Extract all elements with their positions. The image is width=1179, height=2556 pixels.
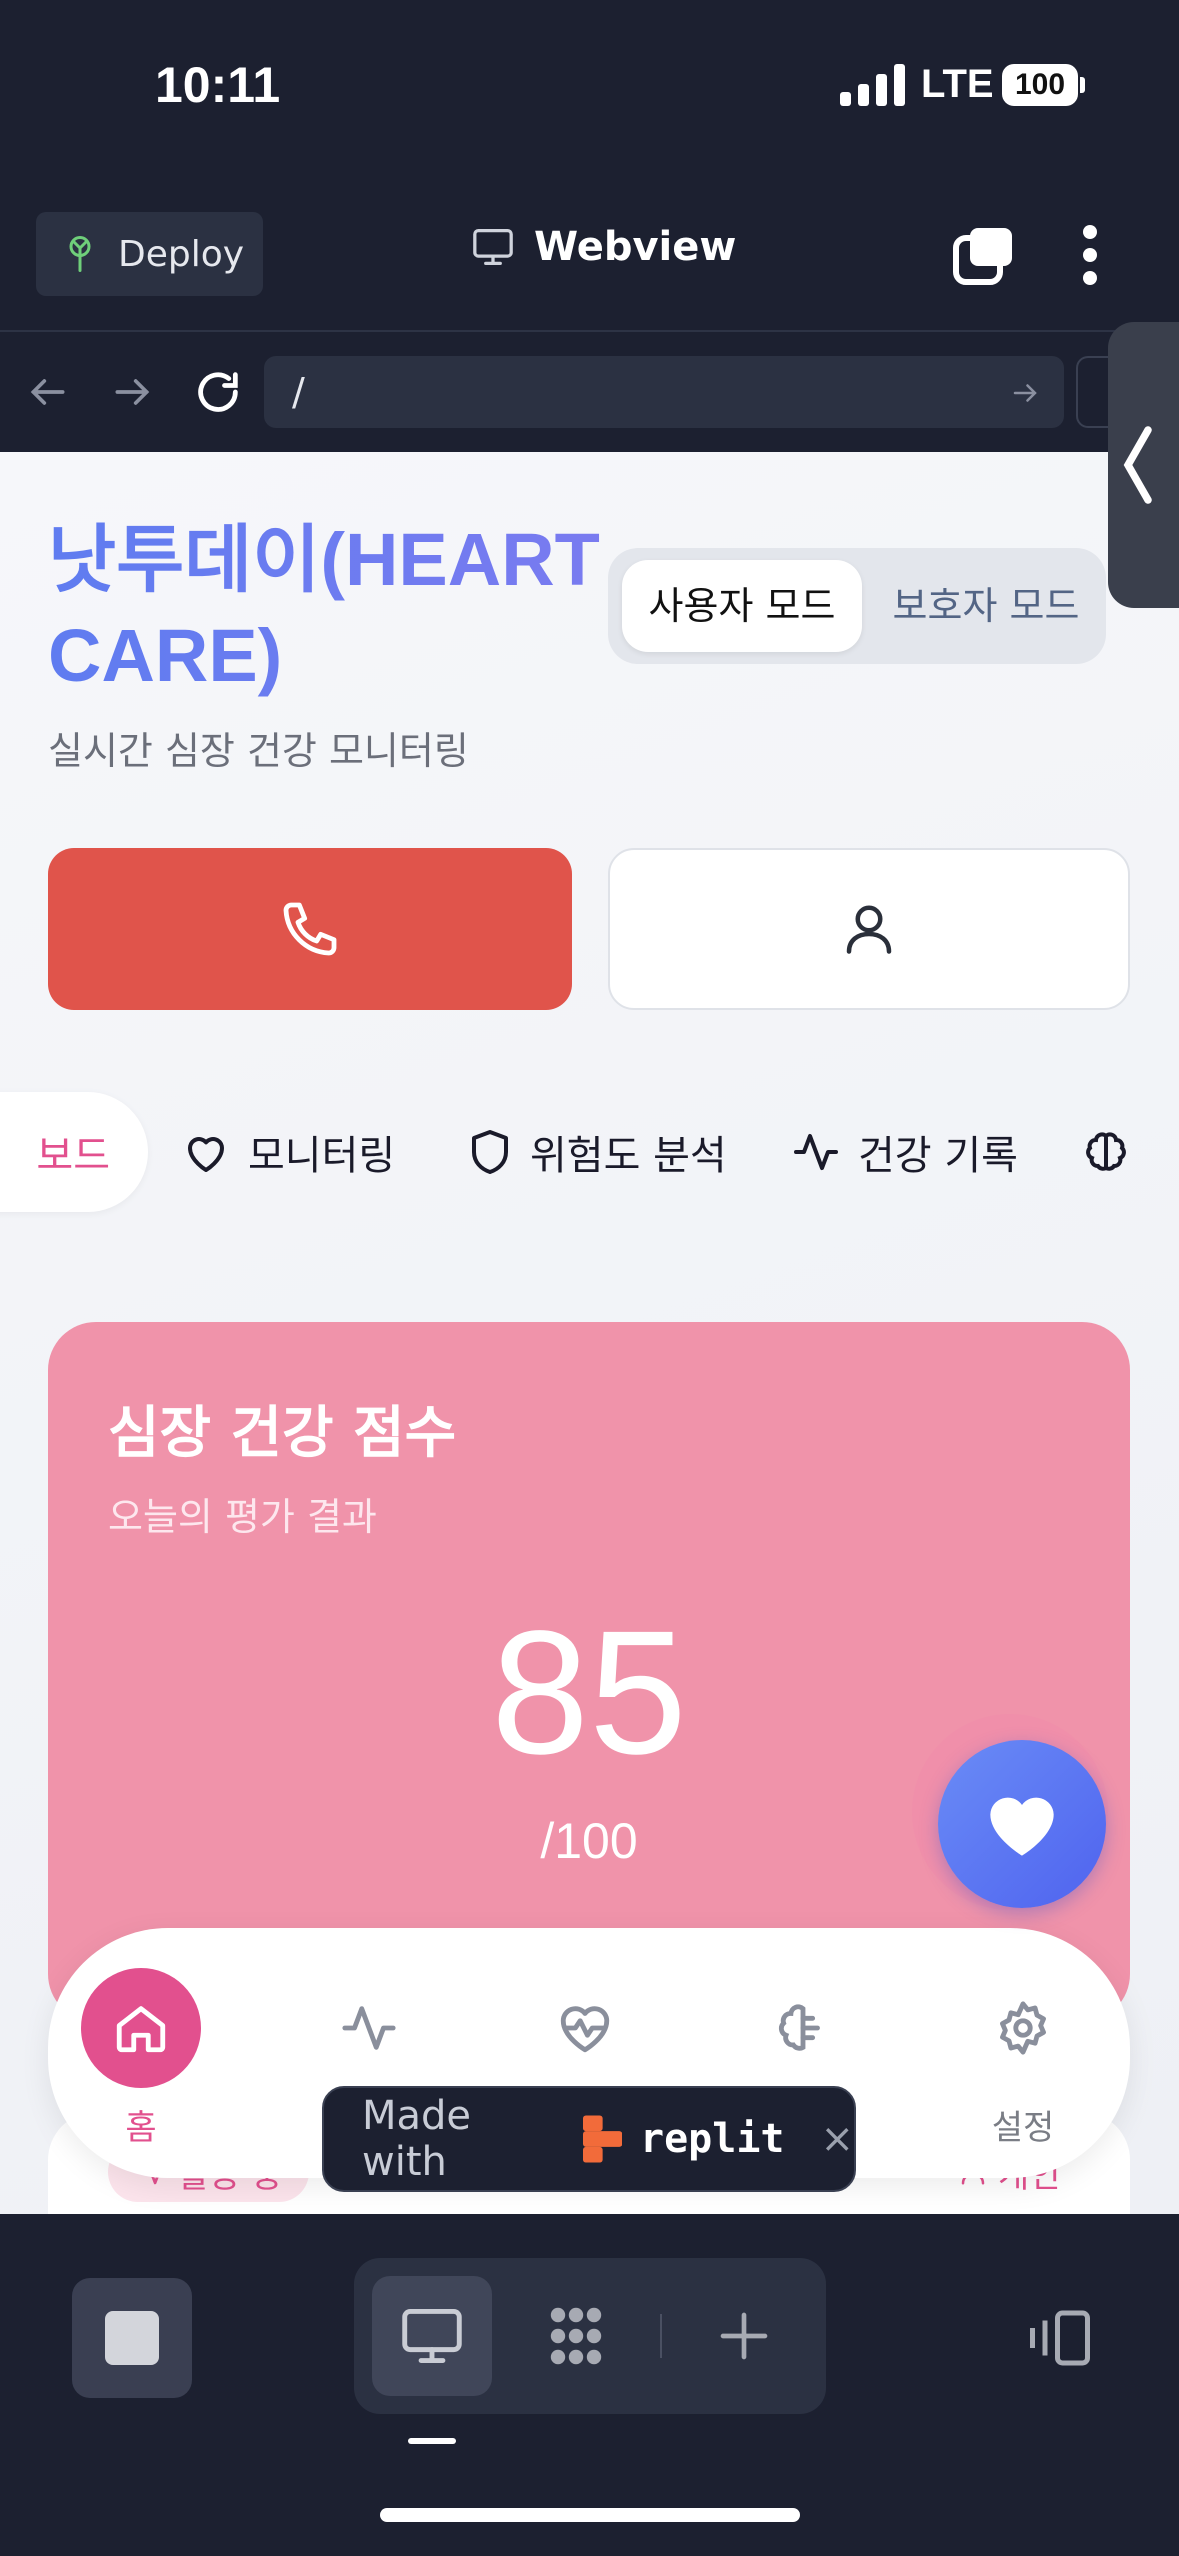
brain-icon xyxy=(1086,1132,1126,1171)
guardian-mode-button[interactable]: 보호자 모드 xyxy=(876,560,1096,652)
nav-label: 홈 xyxy=(125,2108,157,2148)
tabs-icon[interactable] xyxy=(952,224,1016,286)
agent-icon xyxy=(550,2307,602,2365)
replit-wordmark: replit xyxy=(639,2116,785,2162)
phone-icon xyxy=(283,902,337,956)
tab-strip: 보드 모니터링 위험도 분석 건강 기록 xyxy=(0,1092,1179,1232)
devices-icon xyxy=(1030,2310,1090,2366)
stop-icon xyxy=(105,2311,159,2365)
reload-icon[interactable] xyxy=(192,366,244,418)
monitor-icon xyxy=(473,229,513,265)
heart-outline-icon xyxy=(188,1137,224,1172)
signal-icon xyxy=(840,62,905,106)
forward-arrow-icon[interactable] xyxy=(110,370,154,414)
url-input[interactable]: / xyxy=(264,356,1064,428)
webview-content: 낫투데이(HEART CARE) 실시간 심장 건강 모니터링 사용자 모드 보… xyxy=(0,452,1179,2214)
tab-label: 건강 기록 xyxy=(858,1133,1018,1179)
tab-label: 위험도 분석 xyxy=(530,1133,727,1179)
nav-label: 설정 xyxy=(991,2108,1055,2148)
deploy-icon xyxy=(69,236,91,272)
home-indicator xyxy=(380,2508,800,2522)
deploy-label: Deploy xyxy=(118,233,245,275)
app-title: 낫투데이(HEART CARE) xyxy=(48,512,608,704)
tab-dashboard[interactable]: 보드 xyxy=(0,1092,148,1212)
emergency-call-button[interactable] xyxy=(48,848,572,1010)
tab-brain[interactable] xyxy=(1082,1092,1130,1212)
monitor-icon xyxy=(402,2309,462,2363)
score-title: 심장 건강 점수 xyxy=(108,1401,457,1466)
brain-icon xyxy=(743,1968,863,2088)
status-time: 10:11 xyxy=(155,57,281,113)
app-subtitle: 실시간 심장 건강 모니터링 xyxy=(48,729,469,773)
home-icon xyxy=(81,1968,201,2088)
deploy-button[interactable]: Deploy xyxy=(36,212,263,296)
shield-icon xyxy=(472,1130,508,1174)
add-tab-button[interactable] xyxy=(684,2276,804,2396)
webview-label: Webview xyxy=(534,224,737,270)
chevron-left-icon xyxy=(1123,426,1152,504)
heart-score-card: 심장 건강 점수 오늘의 평가 결과 85 /100 xyxy=(48,1322,1130,2022)
webview-toggle-button[interactable] xyxy=(372,2276,492,2396)
mode-toggle: 사용자 모드 보호자 모드 xyxy=(608,548,1106,664)
active-view-indicator xyxy=(408,2438,456,2444)
agent-button[interactable] xyxy=(516,2276,636,2396)
back-arrow-icon[interactable] xyxy=(26,370,70,414)
nav-settings[interactable]: 설정 xyxy=(938,1928,1108,2178)
tab-health-records[interactable]: 건강 기록 xyxy=(792,1092,1018,1212)
replit-logo-icon xyxy=(582,2115,622,2163)
activity-icon xyxy=(794,1134,838,1170)
network-label: LTE xyxy=(921,62,994,106)
view-switcher xyxy=(354,2258,826,2414)
heart-fab-button[interactable] xyxy=(938,1740,1106,1908)
battery-icon: 100 xyxy=(1002,64,1078,106)
activity-icon xyxy=(309,1968,429,2088)
battery-tip xyxy=(1080,77,1085,93)
gear-icon xyxy=(963,1968,1083,2088)
heart-pulse-icon xyxy=(525,1968,645,2088)
plus-icon xyxy=(720,2312,768,2360)
close-icon[interactable]: × xyxy=(820,2116,854,2162)
nav-home[interactable]: 홈 xyxy=(56,1928,226,2178)
tab-label: 모니터링 xyxy=(248,1133,396,1179)
score-subtitle: 오늘의 평가 결과 xyxy=(108,1495,377,1539)
webview-tab[interactable]: Webview xyxy=(470,224,736,270)
more-options-icon[interactable] xyxy=(1078,224,1102,286)
heart-icon xyxy=(990,1797,1054,1856)
replit-bottom-bar xyxy=(0,2214,1179,2556)
go-arrow-icon[interactable] xyxy=(1010,378,1040,408)
stop-button[interactable] xyxy=(72,2278,192,2398)
tab-label: 보드 xyxy=(36,1133,110,1179)
made-with-text: Made with xyxy=(362,2093,472,2185)
tab-risk-analysis[interactable]: 위험도 분석 xyxy=(468,1092,727,1212)
tab-monitoring[interactable]: 모니터링 xyxy=(182,1092,395,1212)
user-mode-button[interactable]: 사용자 모드 xyxy=(622,560,862,652)
user-icon xyxy=(846,905,892,954)
profile-button[interactable] xyxy=(608,848,1130,1010)
devices-button[interactable] xyxy=(1000,2278,1120,2398)
group-divider xyxy=(660,2314,662,2358)
made-with-replit-badge[interactable]: Made with replit × xyxy=(322,2086,856,2192)
